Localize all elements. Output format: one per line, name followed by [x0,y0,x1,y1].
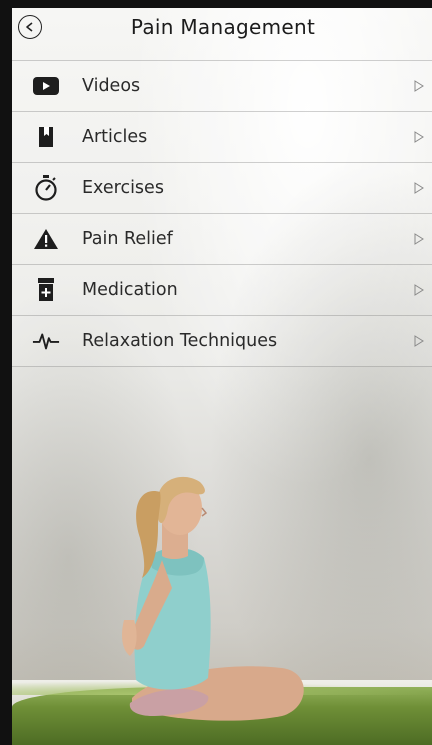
menu-item-articles[interactable]: Articles [12,111,432,162]
page-title: Pain Management [130,15,316,39]
video-play-icon [32,72,60,100]
menu-item-exercises[interactable]: Exercises [12,162,432,213]
chevron-right-icon [412,334,426,348]
warning-triangle-icon [32,225,60,253]
menu-item-label: Relaxation Techniques [82,331,278,351]
grass [12,681,432,745]
chevron-right-icon [412,283,426,297]
pill-bottle-icon [32,276,60,304]
heartbeat-pulse-icon [32,327,60,355]
chevron-right-icon [412,130,426,144]
chevron-right-icon [412,232,426,246]
menu-item-label: Exercises [82,178,164,198]
chevron-right-icon [412,79,426,93]
app-screen: Pain Management Videos Articles Exercise… [10,8,432,745]
menu-item-medication[interactable]: Medication [12,264,432,315]
menu-item-label: Videos [82,76,141,96]
menu-item-relaxation-techniques[interactable]: Relaxation Techniques [12,315,432,367]
menu-item-label: Articles [82,127,148,147]
header-bar: Pain Management [12,8,432,60]
menu-item-label: Medication [82,280,178,300]
bookmark-book-icon [32,123,60,151]
menu-item-label: Pain Relief [82,229,173,249]
menu-list: Videos Articles Exercises Pain Relief Me… [12,60,432,367]
stopwatch-icon [32,174,60,202]
chevron-right-icon [412,181,426,195]
menu-item-videos[interactable]: Videos [12,60,432,111]
menu-item-pain-relief[interactable]: Pain Relief [12,213,432,264]
